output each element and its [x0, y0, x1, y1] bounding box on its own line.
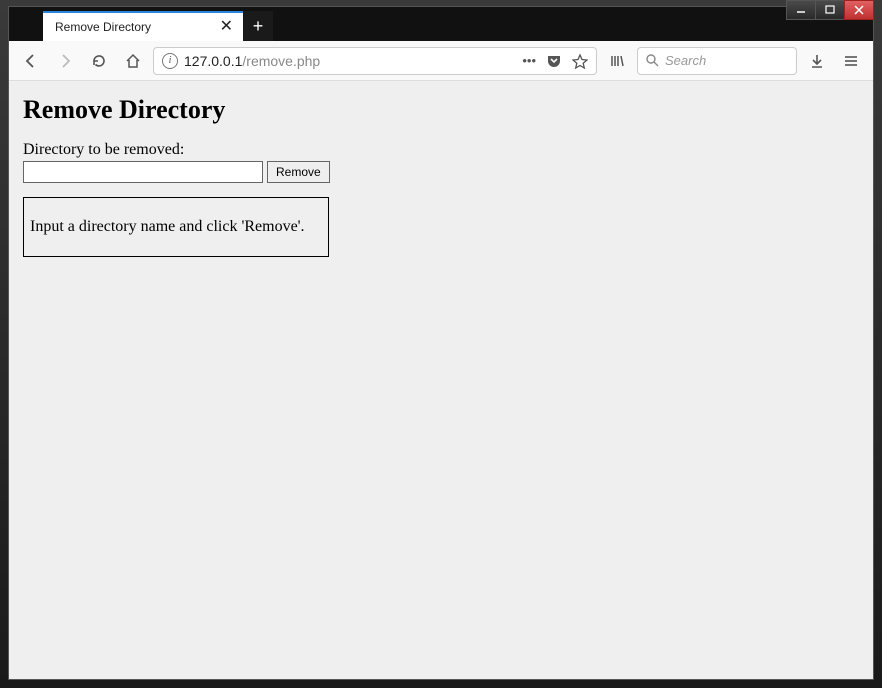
back-button[interactable]: [17, 47, 45, 75]
close-window-button[interactable]: [844, 0, 874, 20]
url-host: 127.0.0.1: [184, 53, 242, 69]
more-icon[interactable]: •••: [522, 53, 536, 68]
new-tab-button[interactable]: +: [243, 11, 273, 41]
tab-bar: Remove Directory ✕ +: [9, 7, 873, 41]
search-icon: [646, 54, 659, 67]
remove-button[interactable]: Remove: [267, 161, 330, 183]
tab-active[interactable]: Remove Directory ✕: [43, 11, 243, 41]
pocket-icon[interactable]: [546, 53, 562, 69]
library-button[interactable]: [603, 47, 631, 75]
search-placeholder: Search: [665, 53, 706, 68]
maximize-button[interactable]: [815, 0, 845, 20]
page-content: Remove Directory Directory to be removed…: [9, 81, 873, 679]
os-window: Remove Directory ✕ + i 127.0.0.1/remove.…: [0, 0, 882, 688]
message-box: Input a directory name and click 'Remove…: [23, 197, 329, 257]
search-bar[interactable]: Search: [637, 47, 797, 75]
url-text: 127.0.0.1/remove.php: [184, 53, 516, 69]
home-button[interactable]: [119, 47, 147, 75]
minimize-button[interactable]: [786, 0, 816, 20]
browser-window: Remove Directory ✕ + i 127.0.0.1/remove.…: [8, 6, 874, 680]
form-row: Remove: [23, 161, 859, 183]
menu-button[interactable]: [837, 47, 865, 75]
toolbar: i 127.0.0.1/remove.php •••: [9, 41, 873, 81]
url-path: /remove.php: [242, 53, 320, 69]
directory-label: Directory to be removed:: [23, 141, 859, 159]
downloads-button[interactable]: [803, 47, 831, 75]
bookmark-star-icon[interactable]: [572, 53, 588, 69]
window-controls: [787, 0, 874, 20]
tab-title: Remove Directory: [55, 20, 212, 34]
forward-button[interactable]: [51, 47, 79, 75]
reload-button[interactable]: [85, 47, 113, 75]
address-bar-actions: •••: [522, 53, 588, 69]
tab-close-icon[interactable]: ✕: [220, 19, 233, 35]
page-heading: Remove Directory: [23, 95, 859, 125]
directory-input[interactable]: [23, 161, 263, 183]
site-info-icon[interactable]: i: [162, 53, 178, 69]
address-bar[interactable]: i 127.0.0.1/remove.php •••: [153, 47, 597, 75]
